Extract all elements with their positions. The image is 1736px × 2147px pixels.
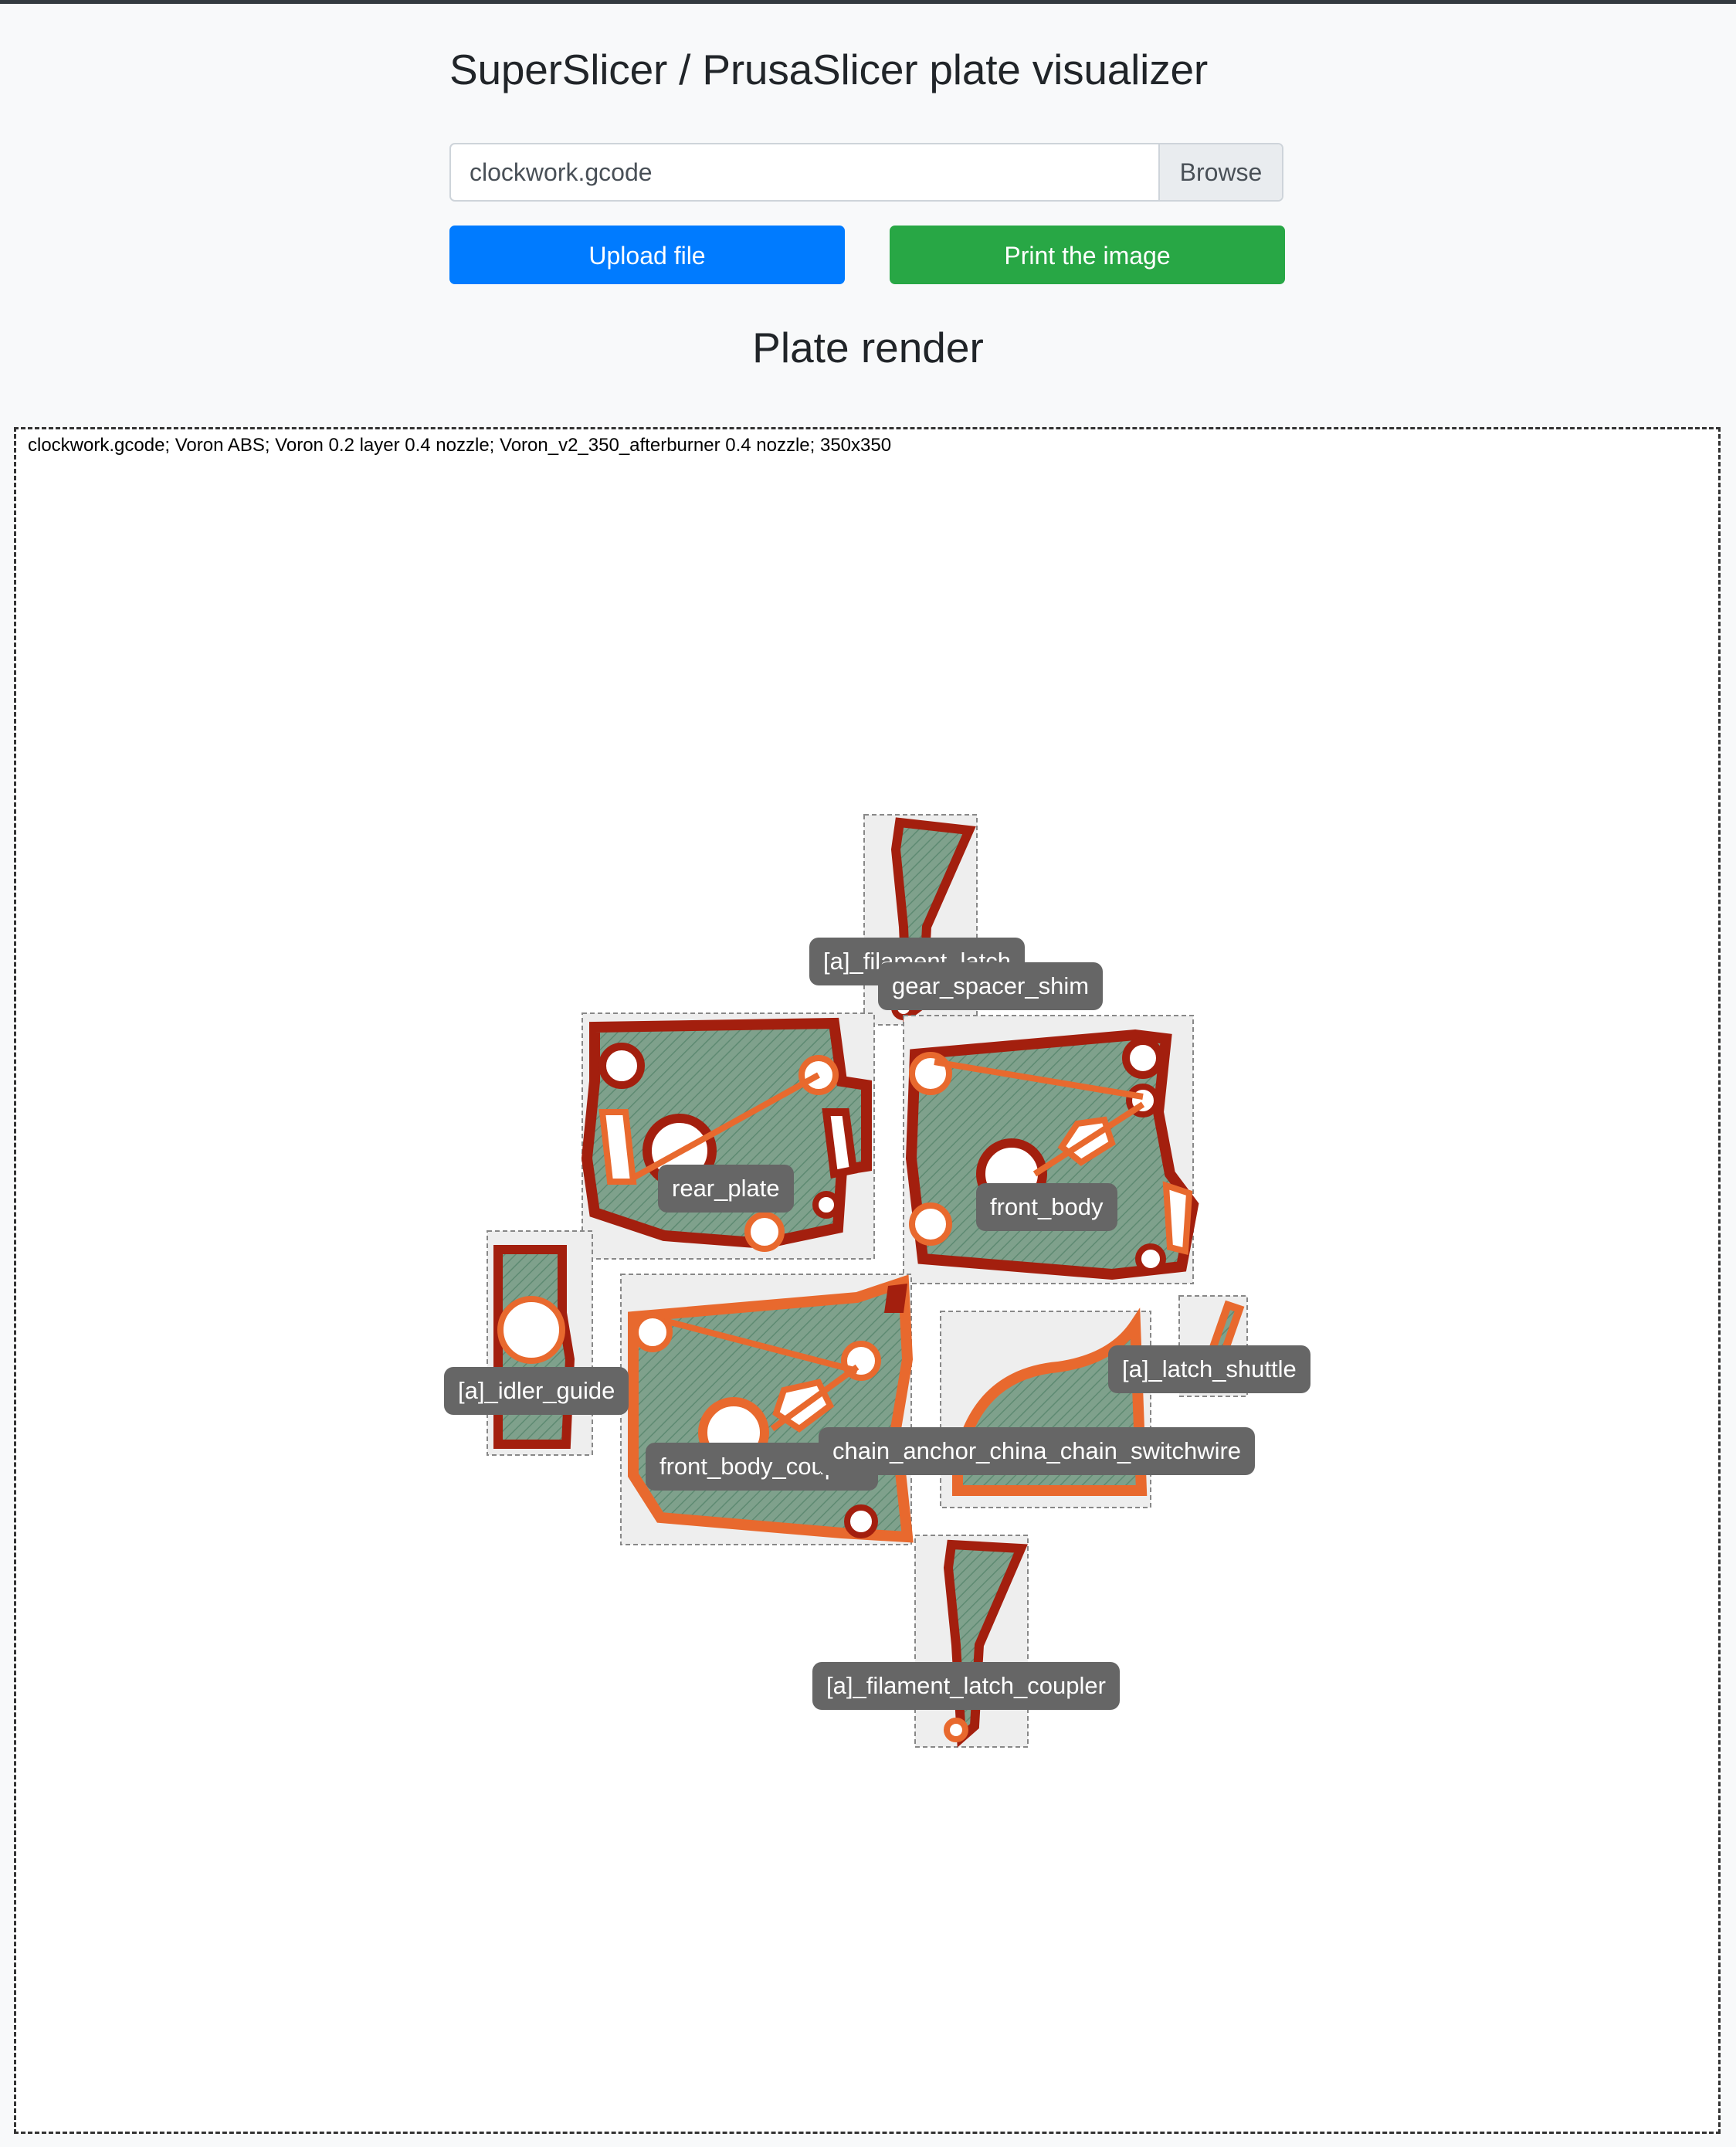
object-idler-guide[interactable] [487, 1230, 593, 1456]
label-chain-anchor: chain_anchor_china_chain_switchwire [819, 1427, 1256, 1475]
label-front-body: front_body [976, 1183, 1117, 1231]
object-rear-plate[interactable] [581, 1012, 875, 1260]
object-front-body-coupler[interactable] [620, 1274, 914, 1545]
object-chain-anchor[interactable] [940, 1308, 1151, 1508]
object-front-body[interactable] [903, 1015, 1199, 1284]
label-latch-shuttle: [a]_latch_shuttle [1108, 1345, 1310, 1393]
plate-drawing [487, 814, 1248, 1748]
label-idler-guide: [a]_idler_guide [444, 1367, 629, 1415]
label-filament-latch-coupler: [a]_filament_latch_coupler [812, 1662, 1120, 1710]
object-filament-latch-coupler[interactable] [914, 1535, 1029, 1748]
label-rear-plate: rear_plate [658, 1165, 794, 1213]
label-gear-spacer-shim: gear_spacer_shim [878, 962, 1104, 1010]
